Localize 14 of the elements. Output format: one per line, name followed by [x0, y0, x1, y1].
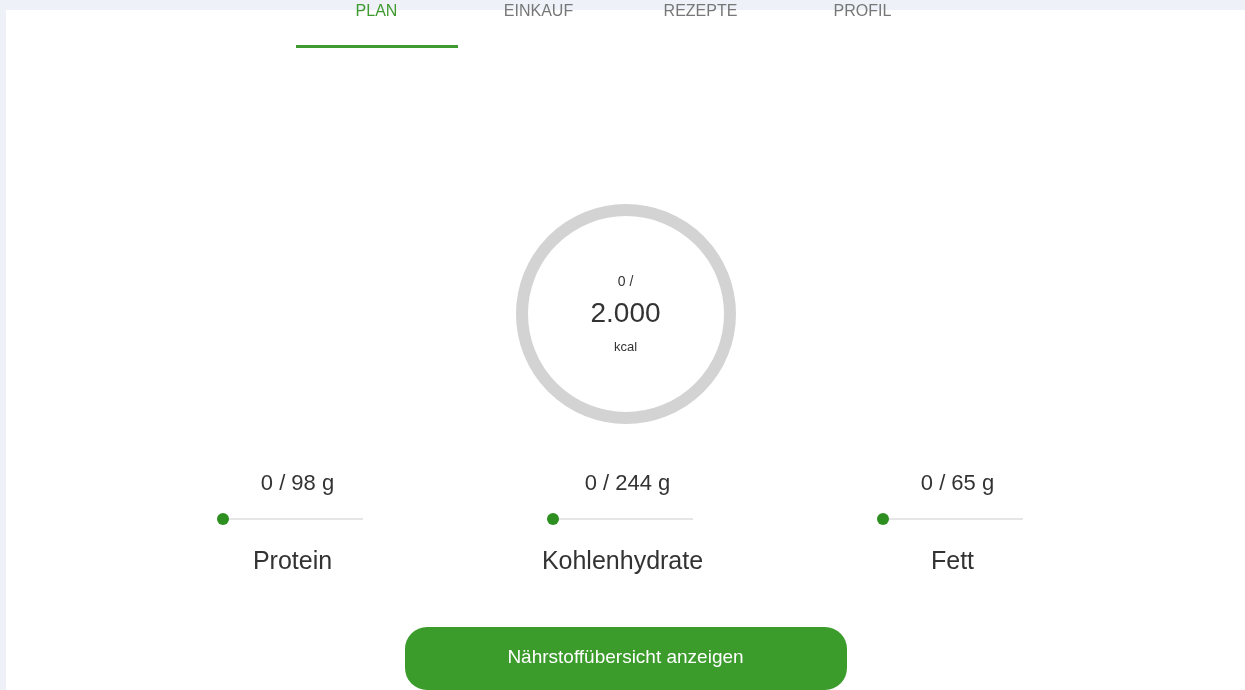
nav-tab[interactable]: PLAN — [295, 0, 458, 48]
nav-tab[interactable]: REZEPTE — [619, 0, 782, 48]
macro-label: Kohlenhydrate — [541, 546, 704, 576]
nav-tab[interactable]: EINKAUF — [457, 0, 620, 48]
nutrient-overview-button[interactable]: Nährstoffübersicht anzeigen — [404, 627, 847, 690]
calories-goal: 2.000 — [590, 296, 661, 329]
macro-reading: 0 / 98 g — [260, 470, 335, 497]
macro-reading: 0 / 244 g — [584, 470, 671, 497]
nav-tab[interactable]: PROFIL — [781, 0, 944, 48]
calories-unit: kcal — [613, 338, 638, 354]
macro-reading: 0 / 65 g — [920, 470, 995, 497]
macro-label: Fett — [930, 546, 975, 576]
macro-label: Protein — [252, 546, 333, 576]
calories-consumed: 0 / — [617, 272, 634, 289]
